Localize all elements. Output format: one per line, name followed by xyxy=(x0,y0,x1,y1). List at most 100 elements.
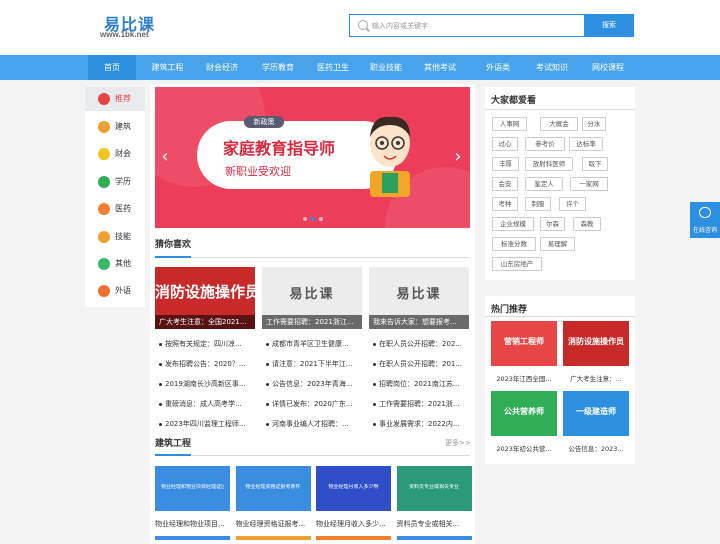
nav-item-9[interactable]: 网校课程 xyxy=(584,55,632,80)
hot-thumb[interactable]: 一级建造师 xyxy=(563,391,629,436)
banner-prev-arrow[interactable]: ‹ xyxy=(158,145,172,169)
jianzhu-thumb[interactable]: 物业经理和物业项目经理证区别 xyxy=(155,466,230,511)
search-button[interactable]: 搜索 xyxy=(584,14,634,37)
tag-item[interactable]: 放射科医师 xyxy=(525,157,573,171)
sidebar-item-0[interactable]: 推荐 xyxy=(85,87,145,111)
tag-item[interactable]: 过心 xyxy=(492,137,518,151)
tag-item[interactable]: 企业规模 xyxy=(492,217,534,231)
news-item[interactable]: 2019湖南长沙高新区事... xyxy=(157,377,257,391)
guess-card[interactable]: 消防设施操作员 广大考生注意：全国2021... xyxy=(155,267,255,329)
sidebar-item-2[interactable]: 财会 xyxy=(85,142,145,166)
hot-thumb[interactable]: 营销工程师 xyxy=(491,321,557,366)
jianzhu-caption[interactable]: 物业经理和物业项目... xyxy=(155,519,233,529)
sidebar-item-5[interactable]: 技能 xyxy=(85,225,145,249)
logo-url: www.1bk.net xyxy=(100,30,149,39)
tag-item[interactable]: 尔森 xyxy=(540,217,565,231)
news-item[interactable]: 按照有关规定：四川凉... xyxy=(157,337,257,351)
bullet-icon xyxy=(159,423,162,426)
hot-caption[interactable]: 2023年初公共营... xyxy=(489,443,559,453)
news-item[interactable]: 发布招聘公告：2020？... xyxy=(157,357,257,371)
sidebar-item-1[interactable]: 建筑 xyxy=(85,115,145,139)
news-item[interactable]: 公告信息：2023年青海... xyxy=(264,377,364,391)
tag-item[interactable]: 取下 xyxy=(582,157,608,171)
tag-item[interactable]: 一家网 xyxy=(570,177,608,191)
news-item[interactable]: 2023年四川监理工程师... xyxy=(157,417,257,431)
nav-item-1[interactable]: 建筑工程 xyxy=(140,55,195,80)
hot-thumb-label: 一级建造师 xyxy=(576,407,616,416)
tag-item[interactable]: 制服 xyxy=(525,197,551,211)
carousel-dot-active[interactable] xyxy=(311,217,315,221)
tag-item[interactable]: 许个 xyxy=(559,197,586,211)
hot-thumb[interactable]: 公共营养师 xyxy=(491,391,557,436)
nav-item-4[interactable]: 医药卫生 xyxy=(309,55,357,80)
jianzhu-section-title: 建筑工程 xyxy=(155,439,192,449)
news-item[interactable]: 河南事业编人才招聘：... xyxy=(264,417,364,431)
online-consult-label: 在线咨询 xyxy=(692,227,717,234)
news-item[interactable]: 事业发展需求：2022内... xyxy=(371,417,471,431)
guess-card[interactable]: 易比课 我来告诉大家：想要报考... xyxy=(369,267,469,329)
jianzhu-thumb-next[interactable] xyxy=(396,536,472,540)
nav-item-5[interactable]: 职业技能 xyxy=(362,55,410,80)
tag-item[interactable]: 标准分数 xyxy=(492,237,536,251)
nav-item-6[interactable]: 其他考试 xyxy=(416,55,464,80)
jianzhu-caption[interactable]: 资料员专业或相关... xyxy=(397,519,475,529)
news-item[interactable]: 成都市青羊区卫生健康... xyxy=(264,337,364,351)
online-consult-button[interactable]: 在线咨询 xyxy=(690,202,720,238)
news-item[interactable]: 请注意：2021下半年江... xyxy=(264,357,364,371)
nav-item-0[interactable]: 首页 xyxy=(88,55,136,80)
news-item[interactable]: 在职人员公开招聘：202... xyxy=(371,337,471,351)
jianzhu-thumb[interactable]: 资料员专业或相关专业 xyxy=(396,466,472,511)
tag-item[interactable]: 会安 xyxy=(492,177,518,191)
tag-item[interactable]: 分水 xyxy=(582,117,606,131)
tag-item[interactable]: 参考价 xyxy=(525,137,565,151)
carousel-dot[interactable] xyxy=(319,217,323,221)
sidebar-item-6[interactable]: 其他 xyxy=(85,252,145,276)
jianzhu-thumb-next[interactable] xyxy=(235,536,311,540)
hot-thumb[interactable]: 消防设施操作员 xyxy=(563,321,629,366)
sidebar-item-7[interactable]: 外语 xyxy=(85,279,145,303)
sidebar-item-3[interactable]: 学历 xyxy=(85,170,145,194)
card-caption: 工作需要招聘：2021浙江... xyxy=(262,315,362,329)
sidebar-item-4[interactable]: 医药 xyxy=(85,197,145,221)
news-item[interactable]: 详情已发布：2020广东... xyxy=(264,397,364,411)
guess-card[interactable]: 易比课 工作需要招聘：2021浙江... xyxy=(262,267,362,329)
hot-caption[interactable]: 2023年江西全国... xyxy=(489,373,559,383)
sidebar-item-label: 建筑 xyxy=(115,122,131,131)
bullet-icon xyxy=(266,423,269,426)
banner-subtitle: 新职业受欢迎 xyxy=(225,165,291,178)
tag-item[interactable]: 丰厚 xyxy=(492,157,519,171)
nav-item-8[interactable]: 考试知识 xyxy=(528,55,576,80)
banner-next-arrow[interactable]: › xyxy=(451,145,465,169)
tag-item[interactable]: 山东房地产 xyxy=(492,257,542,271)
banner-carousel[interactable]: 新政策 家庭教育指导师 新职业受欢迎 ‹ › xyxy=(155,87,470,228)
tag-item[interactable]: 森教 xyxy=(573,217,601,231)
search-input[interactable] xyxy=(372,18,572,33)
nav-item-2[interactable]: 财会经济 xyxy=(198,55,246,80)
news-item[interactable]: 招聘岗位：2021南江苏... xyxy=(371,377,471,391)
tag-item[interactable]: 人事网 xyxy=(492,117,527,131)
sidebar-item-label: 学历 xyxy=(115,177,131,186)
jianzhu-thumb-next[interactable] xyxy=(155,536,230,540)
tag-item[interactable]: 达标率 xyxy=(569,137,603,151)
section-accent-bar xyxy=(155,454,191,456)
jianzhu-thumb-next[interactable] xyxy=(316,536,391,540)
tag-item[interactable]: 考种 xyxy=(492,197,518,211)
tag-item[interactable]: 易理解 xyxy=(540,237,575,251)
hot-caption[interactable]: 公告信息：2023... xyxy=(561,443,631,453)
tag-item[interactable]: 鉴定人 xyxy=(525,177,563,191)
jianzhu-thumb[interactable]: 物业经理月收入多少啊 xyxy=(316,466,391,511)
nav-item-7[interactable]: 外语类 xyxy=(478,55,518,80)
bullet-icon xyxy=(373,343,376,346)
nav-item-3[interactable]: 学历教育 xyxy=(254,55,302,80)
jianzhu-more-link[interactable]: 更多>> xyxy=(445,438,471,448)
news-item[interactable]: 重磅消息：成人高考学... xyxy=(157,397,257,411)
hot-caption[interactable]: 广大考生注意：... xyxy=(561,373,631,383)
jianzhu-thumb[interactable]: 物业经理资格证报考条件 xyxy=(235,466,311,511)
news-item[interactable]: 工作需要招聘：2021浙... xyxy=(371,397,471,411)
tag-item[interactable]: 大概会 xyxy=(540,117,578,131)
jianzhu-caption[interactable]: 物业经理月收入多少... xyxy=(316,519,394,529)
news-item[interactable]: 在职人员公开招聘：201... xyxy=(371,357,471,371)
jianzhu-caption[interactable]: 物业经理资格证报考... xyxy=(236,519,314,529)
carousel-dot[interactable] xyxy=(303,217,307,221)
site-logo[interactable]: 易比课 www.1bk.net xyxy=(100,11,160,41)
